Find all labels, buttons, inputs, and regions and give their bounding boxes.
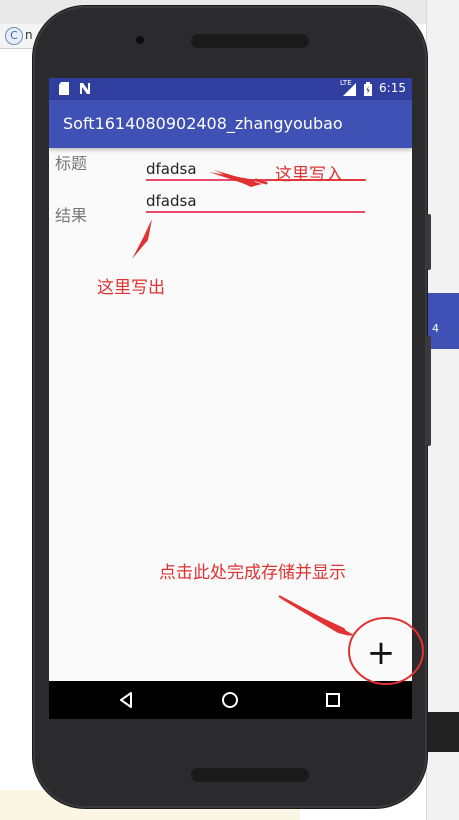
- annotation-circle-fab: [348, 617, 424, 685]
- annotation-arrow-title: [209, 170, 268, 187]
- annotation-arrow-fab: [278, 595, 353, 636]
- annotation-arrow-result: [132, 219, 152, 259]
- annotation-overlay: [132, 170, 424, 685]
